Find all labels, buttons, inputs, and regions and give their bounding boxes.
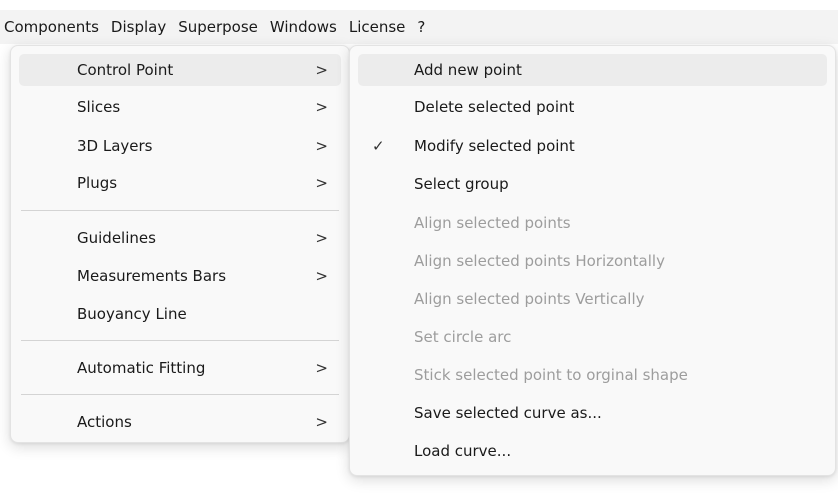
menu-item-align-selected-points: Align selected points bbox=[358, 207, 827, 239]
menu-item-label: Select group bbox=[414, 175, 509, 193]
menu-item-guidelines[interactable]: Guidelines > bbox=[19, 222, 341, 254]
chevron-right-icon: > bbox=[315, 174, 328, 192]
chevron-right-icon: > bbox=[315, 137, 328, 155]
menu-item-load-curve[interactable]: Load curve... bbox=[358, 435, 827, 467]
menu-item-plugs[interactable]: Plugs > bbox=[19, 167, 341, 199]
menu-item-label: Save selected curve as... bbox=[414, 404, 602, 422]
chevron-right-icon: > bbox=[315, 267, 328, 285]
menu-item-label: Load curve... bbox=[414, 442, 512, 460]
menu-item-label: Slices bbox=[77, 98, 121, 116]
menu-item-label: Control Point bbox=[77, 61, 174, 79]
menu-item-actions[interactable]: Actions > bbox=[19, 406, 341, 438]
menu-item-delete-selected-point[interactable]: Delete selected point bbox=[358, 91, 827, 123]
menu-item-label: Actions bbox=[77, 413, 132, 431]
menu-item-label: Plugs bbox=[77, 174, 118, 192]
menu-separator bbox=[21, 210, 339, 211]
menubar-display[interactable]: Display bbox=[105, 14, 172, 40]
chevron-right-icon: > bbox=[315, 61, 328, 79]
menu-item-label: Modify selected point bbox=[414, 137, 575, 155]
chevron-right-icon: > bbox=[315, 98, 328, 116]
menu-item-save-selected-curve[interactable]: Save selected curve as... bbox=[358, 397, 827, 429]
menu-item-label: Set circle arc bbox=[414, 328, 512, 346]
menubar-license[interactable]: License bbox=[343, 14, 412, 40]
menu-item-label: Guidelines bbox=[77, 229, 156, 247]
menu-item-label: Align selected points Horizontally bbox=[414, 252, 665, 270]
menu-item-label: Delete selected point bbox=[414, 98, 575, 116]
menu-item-label: Align selected points Vertically bbox=[414, 290, 645, 308]
menubar-help[interactable]: ? bbox=[411, 14, 431, 40]
menu-item-align-horizontally: Align selected points Horizontally bbox=[358, 245, 827, 277]
checkmark-icon: ✓ bbox=[372, 137, 385, 155]
menu-item-add-new-point[interactable]: Add new point bbox=[358, 54, 827, 86]
components-menu: Control Point > Slices > 3D Layers > Plu… bbox=[10, 45, 350, 443]
menu-item-set-circle-arc: Set circle arc bbox=[358, 321, 827, 353]
menu-item-stick-to-original-shape: Stick selected point to orginal shape bbox=[358, 359, 827, 391]
chevron-right-icon: > bbox=[315, 359, 328, 377]
menu-item-label: Buoyancy Line bbox=[77, 305, 187, 323]
chevron-right-icon: > bbox=[315, 229, 328, 247]
menu-item-label: Measurements Bars bbox=[77, 267, 227, 285]
chevron-right-icon: > bbox=[315, 413, 328, 431]
menu-item-control-point[interactable]: Control Point > bbox=[19, 54, 341, 86]
menubar-superpose[interactable]: Superpose bbox=[172, 14, 264, 40]
menu-bar: Components Display Superpose Windows Lic… bbox=[0, 10, 838, 44]
menu-separator bbox=[21, 394, 339, 395]
menu-item-label: 3D Layers bbox=[77, 137, 153, 155]
menu-item-measurements-bars[interactable]: Measurements Bars > bbox=[19, 260, 341, 292]
menubar-components[interactable]: Components bbox=[0, 14, 105, 40]
menu-item-label: Add new point bbox=[414, 61, 522, 79]
menu-separator bbox=[21, 340, 339, 341]
menu-item-label: Automatic Fitting bbox=[77, 359, 206, 377]
menu-item-label: Stick selected point to orginal shape bbox=[414, 366, 688, 384]
menu-item-select-group[interactable]: Select group bbox=[358, 168, 827, 200]
menu-item-slices[interactable]: Slices > bbox=[19, 91, 341, 123]
menu-item-automatic-fitting[interactable]: Automatic Fitting > bbox=[19, 352, 341, 384]
menu-item-align-vertically: Align selected points Vertically bbox=[358, 283, 827, 315]
menu-item-buoyancy-line[interactable]: Buoyancy Line bbox=[19, 298, 341, 330]
menu-item-3d-layers[interactable]: 3D Layers > bbox=[19, 130, 341, 162]
menubar-windows[interactable]: Windows bbox=[264, 14, 343, 40]
menu-item-modify-selected-point[interactable]: ✓ Modify selected point bbox=[358, 130, 827, 162]
menu-item-label: Align selected points bbox=[414, 214, 571, 232]
control-point-submenu: Add new point Delete selected point ✓ Mo… bbox=[349, 45, 836, 476]
